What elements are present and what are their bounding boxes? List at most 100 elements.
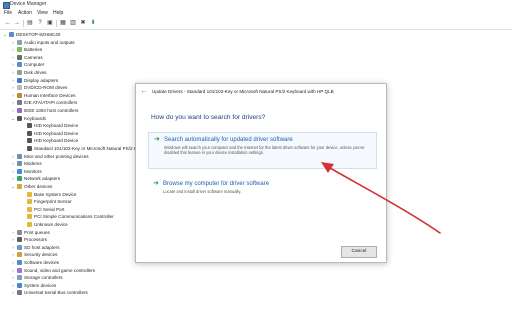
chevron-right-icon[interactable]: › xyxy=(10,107,16,114)
chevron-right-icon[interactable]: › xyxy=(10,61,16,68)
properties-icon[interactable]: ▤ xyxy=(26,20,34,27)
device-manager-icon xyxy=(3,2,10,9)
tree-item-label: Cameras xyxy=(24,54,43,60)
tree-item-label: Universal Serial Bus controllers xyxy=(24,290,88,296)
warning-device-icon xyxy=(27,222,32,227)
chevron-right-icon[interactable]: › xyxy=(10,99,16,106)
tree-item-label: Audio inputs and outputs xyxy=(24,39,75,45)
tree-item-label: IEEE 1394 host controllers xyxy=(24,108,79,113)
tree-item-label: HID Keyboard Device xyxy=(34,123,79,129)
sd-adapter-icon xyxy=(17,244,22,250)
tree-item-label: Modems xyxy=(24,161,42,167)
toolbar-separator xyxy=(56,20,57,27)
tree-item-label: Network adapters xyxy=(24,176,61,182)
tree-item-label: Computer xyxy=(24,62,45,68)
system-device-icon xyxy=(17,282,22,288)
dialog-title: Update Drivers - Standard 101/102-Key or… xyxy=(152,89,334,94)
tree-item-label: Print queues xyxy=(24,229,50,235)
chevron-right-icon[interactable]: › xyxy=(10,153,16,160)
chevron-right-icon[interactable]: › xyxy=(10,229,16,236)
cancel-button[interactable]: Cancel xyxy=(341,246,377,258)
processor-icon xyxy=(17,237,22,243)
chevron-right-icon[interactable]: › xyxy=(10,39,16,46)
chevron-right-icon[interactable]: › xyxy=(10,160,16,167)
tree-item-label: HID Keyboard Device xyxy=(34,130,79,136)
computer-icon xyxy=(9,32,14,37)
toolbar: ← → ▤ ? ▣ ▦ ▥ ✖ ⬇ xyxy=(0,18,512,29)
chevron-right-icon[interactable]: › xyxy=(10,289,16,296)
scan-hardware-icon[interactable]: ▦ xyxy=(59,20,67,27)
display-adapter-icon xyxy=(17,77,22,83)
browse-computer-title[interactable]: Browse my computer for driver software xyxy=(163,181,269,187)
menu-help[interactable]: Help xyxy=(53,9,63,18)
chevron-right-icon[interactable]: › xyxy=(10,54,16,61)
warning-device-icon xyxy=(27,214,32,220)
chevron-right-icon[interactable]: › xyxy=(10,84,16,91)
menu-action[interactable]: Action xyxy=(18,9,32,18)
warning-device-icon xyxy=(27,199,32,205)
network-adapter-icon xyxy=(17,176,22,182)
back-arrow-icon[interactable]: ← xyxy=(4,20,12,27)
browse-computer-option[interactable]: ➔ Browse my computer for driver software… xyxy=(148,177,375,197)
chevron-right-icon[interactable]: › xyxy=(10,236,16,243)
hid-icon xyxy=(17,92,22,98)
menu-view[interactable]: View xyxy=(37,9,48,18)
chevron-down-icon[interactable]: ⌄ xyxy=(10,115,16,122)
ide-controller-icon xyxy=(17,100,22,106)
dvd-drive-icon xyxy=(17,85,22,91)
keyboard-icon xyxy=(27,130,32,136)
chevron-right-icon[interactable]: › xyxy=(10,267,16,274)
tree-item-label: PCI Simple Communications Controller xyxy=(34,214,114,220)
chevron-right-icon[interactable]: › xyxy=(10,259,16,266)
tree-item-label: SD host adapters xyxy=(24,244,60,250)
chevron-right-icon[interactable]: › xyxy=(10,77,16,84)
tree-item-label: Security devices xyxy=(24,252,58,258)
tree-item-label: Keyboards xyxy=(24,115,46,121)
chevron-right-icon[interactable]: › xyxy=(10,92,16,99)
window-titlebar: Device Manager xyxy=(0,0,512,9)
chevron-right-icon[interactable]: › xyxy=(10,175,16,182)
ieee-controller-icon xyxy=(17,108,22,113)
chevron-right-icon[interactable]: › xyxy=(10,244,16,251)
storage-controller-icon xyxy=(17,275,22,281)
uninstall-device-icon[interactable]: ✖ xyxy=(79,20,87,27)
chevron-right-icon[interactable]: › xyxy=(10,274,16,281)
update-drivers-dialog: ← Update Drivers - Standard 101/102-Key … xyxy=(135,83,387,263)
chevron-down-icon[interactable]: ⌄ xyxy=(10,183,16,190)
menu-file[interactable]: File xyxy=(4,9,12,18)
mouse-icon xyxy=(17,153,22,159)
help-icon[interactable]: ? xyxy=(36,20,44,27)
chevron-down-icon[interactable]: ⌄ xyxy=(2,31,8,38)
forward-arrow-icon[interactable]: → xyxy=(13,20,21,27)
monitor-icon xyxy=(17,168,22,174)
warning-device-icon xyxy=(27,206,32,212)
menu-bar: File Action View Help xyxy=(0,9,512,18)
printer-icon xyxy=(17,229,22,235)
disable-device-icon[interactable]: ▥ xyxy=(69,20,77,27)
chevron-right-icon[interactable]: › xyxy=(10,69,16,76)
back-arrow-icon[interactable]: ← xyxy=(140,88,148,96)
audio-icon xyxy=(17,39,22,45)
disk-drive-icon xyxy=(17,70,22,75)
battery-icon xyxy=(17,47,22,53)
software-device-icon xyxy=(17,260,22,265)
tree-item-label: DVD/CD-ROM drives xyxy=(24,85,68,91)
usb-icon xyxy=(17,290,22,296)
toolbar-separator xyxy=(23,20,24,27)
search-automatically-option[interactable]: ➔ Search automatically for updated drive… xyxy=(148,132,377,169)
tree-item-label: Storage controllers xyxy=(24,275,63,281)
chevron-right-icon[interactable]: › xyxy=(10,282,16,289)
computer-icon xyxy=(17,62,22,68)
keyboard-icon xyxy=(27,146,32,151)
security-device-icon xyxy=(17,252,22,258)
search-automatically-title[interactable]: Search automatically for updated driver … xyxy=(164,137,293,143)
green-arrow-icon: ➔ xyxy=(154,136,160,143)
chevron-right-icon[interactable]: › xyxy=(10,46,16,53)
chevron-right-icon[interactable]: › xyxy=(10,251,16,258)
update-driver-icon[interactable]: ▣ xyxy=(46,20,54,27)
chevron-right-icon[interactable]: › xyxy=(10,168,16,175)
keyboard-icon xyxy=(17,115,22,121)
download-icon[interactable]: ⬇ xyxy=(89,20,97,27)
tree-item-label: Batteries xyxy=(24,47,43,53)
green-arrow-icon: ➔ xyxy=(153,180,159,187)
